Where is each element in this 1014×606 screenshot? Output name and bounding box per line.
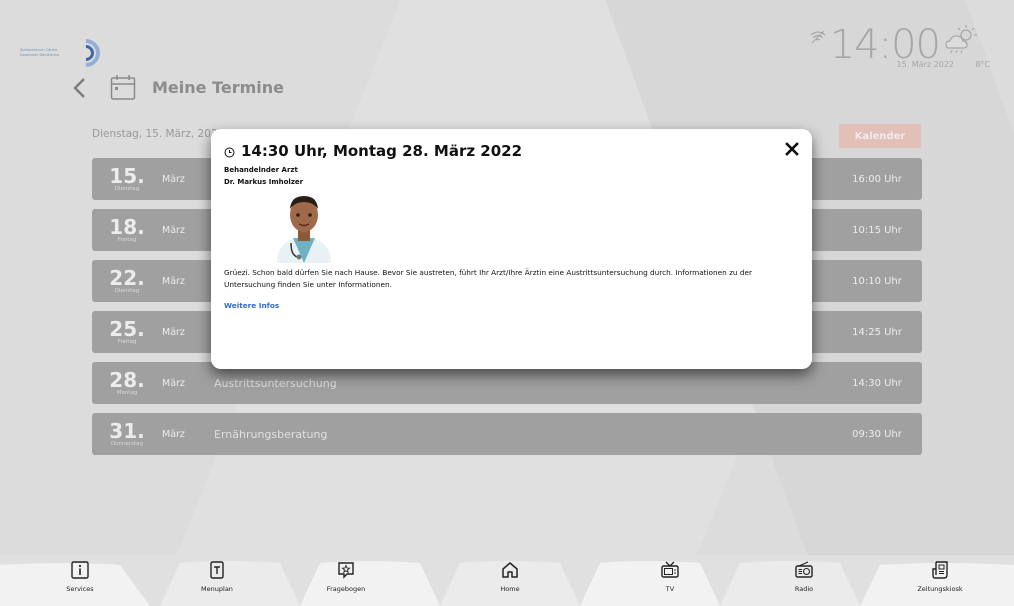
home-icon (502, 562, 518, 578)
bottom-navigation: Services Menuplan Fragebogen Home TV Rad… (0, 555, 1014, 606)
clock-icon (224, 147, 235, 158)
newspaper-icon (932, 561, 948, 579)
modal-title: 14:30 Uhr, Montag 28. März 2022 (241, 142, 523, 160)
doctor-name: Dr. Markus Imholzer (224, 178, 304, 186)
nav-zeitungskiosk[interactable]: Zeitungskiosk (900, 561, 980, 593)
more-info-link[interactable]: Weitere Infos (224, 301, 279, 310)
nav-label: Services (66, 585, 94, 593)
tv-icon (661, 561, 679, 578)
nav-home[interactable]: Home (470, 561, 550, 593)
nav-tv[interactable]: TV (630, 561, 710, 593)
nav-fragebogen[interactable]: Fragebogen (306, 561, 386, 593)
nav-label: TV (665, 585, 675, 593)
modal-message: Grüezi. Schon bald dürfen Sie nach Hause… (224, 268, 752, 289)
nav-label: Radio (794, 585, 814, 593)
menu-card-icon (210, 561, 224, 579)
nav-radio[interactable]: Radio (764, 561, 844, 593)
close-icon[interactable] (784, 141, 800, 157)
doctor-role: Behandelnder Arzt (224, 166, 298, 174)
appointment-detail-modal: 14:30 Uhr, Montag 28. März 2022 Behandel… (211, 129, 812, 369)
nav-menuplan[interactable]: Menuplan (177, 561, 257, 593)
nav-label: Home (500, 585, 520, 593)
nav-label: Zeitungskiosk (917, 585, 963, 593)
nav-label: Fragebogen (326, 585, 366, 593)
radio-icon (795, 561, 813, 578)
info-icon (71, 561, 89, 579)
questionnaire-icon (338, 562, 354, 579)
nav-label: Menuplan (201, 585, 233, 593)
nav-services[interactable]: Services (40, 561, 120, 593)
doctor-avatar (277, 196, 331, 263)
